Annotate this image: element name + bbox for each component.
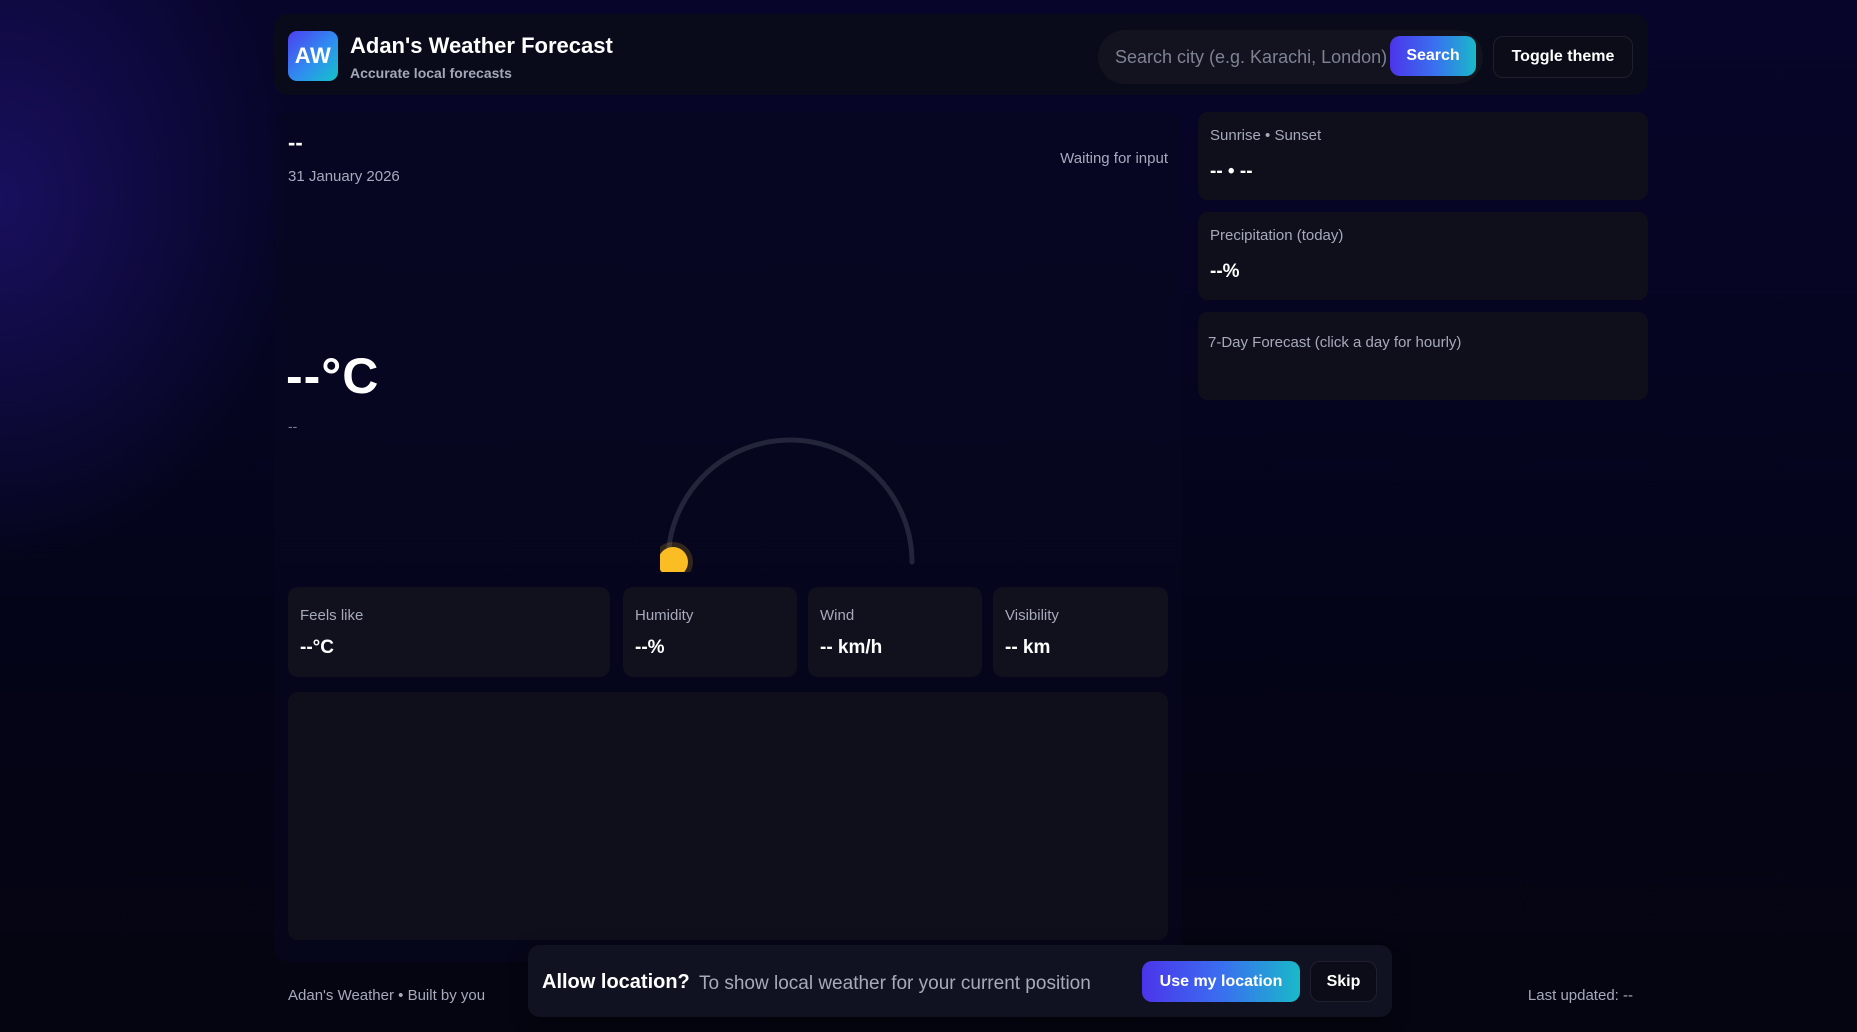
search-input[interactable]: [1098, 30, 1388, 84]
status-text: Waiting for input: [1060, 150, 1168, 167]
metric-feels-like: Feels like --°C: [288, 587, 610, 677]
metric-value: --%: [635, 637, 665, 658]
metric-label: Feels like: [300, 607, 364, 624]
metric-value: -- km: [1005, 637, 1051, 658]
metric-value: --°C: [300, 637, 334, 658]
metric-humidity: Humidity --%: [623, 587, 797, 677]
metric-value: -- km/h: [820, 637, 883, 658]
current-date: 31 January 2026: [288, 168, 400, 185]
metric-wind: Wind -- km/h: [808, 587, 982, 677]
metric-label: Wind: [820, 607, 855, 624]
skip-button[interactable]: Skip: [1310, 961, 1377, 1002]
weather-condition: --: [288, 418, 298, 434]
precipitation-label: Precipitation (today): [1210, 227, 1344, 244]
app-title: Adan's Weather Forecast: [350, 33, 613, 58]
app-root: AW Adan's Weather Forecast Accurate loca…: [274, 14, 1648, 1024]
metric-label: Humidity: [635, 607, 694, 624]
use-my-location-button[interactable]: Use my location: [1142, 961, 1300, 1002]
location-permission-prompt: Allow location? To show local weather fo…: [528, 945, 1392, 1017]
city-name: --: [288, 130, 303, 155]
sunrise-sunset-value: -- • --: [1210, 161, 1253, 182]
precipitation-card: Precipitation (today) --%: [1198, 212, 1648, 300]
forecast-label: 7-Day Forecast (click a day for hourly): [1208, 334, 1462, 351]
sunrise-sunset-label: Sunrise • Sunset: [1210, 127, 1322, 144]
search-button[interactable]: Search: [1390, 36, 1476, 76]
seven-day-forecast-card[interactable]: 7-Day Forecast (click a day for hourly): [1198, 312, 1648, 400]
current-weather-card: -- 31 January 2026 Waiting for input --°…: [274, 112, 1182, 962]
footer-credit: Adan's Weather • Built by you: [288, 987, 486, 1004]
last-updated: Last updated: --: [1527, 987, 1633, 1004]
metric-visibility: Visibility -- km: [993, 587, 1168, 677]
location-prompt-text: To show local weather for your current p…: [699, 973, 1091, 994]
metric-label: Visibility: [1005, 607, 1059, 624]
app-logo: AW: [288, 31, 338, 81]
header-bar: AW Adan's Weather Forecast Accurate loca…: [274, 14, 1648, 95]
hourly-chart-area: [288, 692, 1168, 940]
sun-path-arc: [665, 437, 915, 565]
precipitation-value: --%: [1210, 261, 1240, 282]
app-subtitle: Accurate local forecasts: [350, 65, 512, 81]
toggle-theme-button[interactable]: Toggle theme: [1493, 36, 1633, 78]
location-prompt-title: Allow location?: [542, 971, 690, 993]
current-temperature: --°C: [286, 348, 380, 404]
sunrise-sunset-card: Sunrise • Sunset -- • --: [1198, 112, 1648, 200]
sun-path-graphic: [660, 437, 915, 572]
